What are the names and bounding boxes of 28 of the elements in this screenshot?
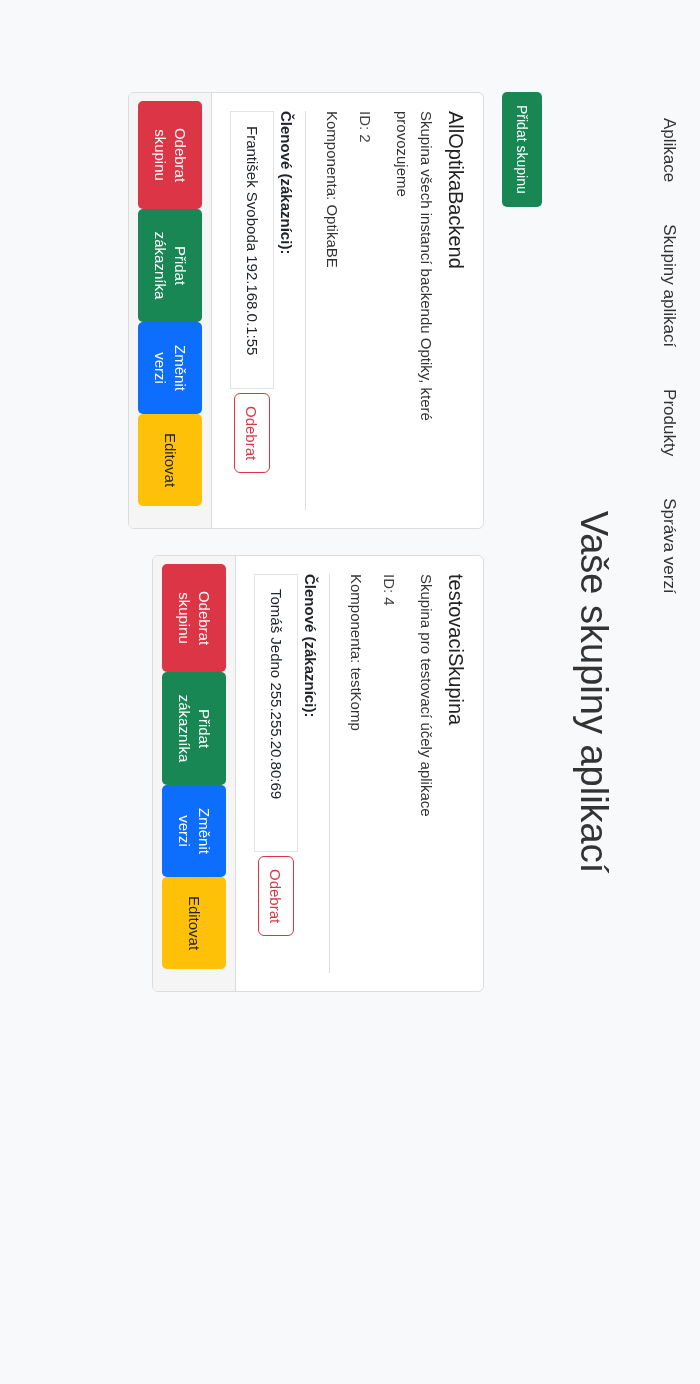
group-component: Komponenta: testKomp: [348, 574, 365, 733]
action-button[interactable]: Změnit verzi: [162, 785, 226, 877]
member-item: Tomáš Jedno 255.255.20.80:69: [254, 574, 298, 852]
action-button[interactable]: Odebrat skupinu: [138, 101, 202, 209]
member-item: František Svoboda 192.168.0.1:55: [230, 111, 274, 389]
nav-link[interactable]: Správa verzí: [659, 498, 679, 594]
group-id: ID: 2: [357, 111, 374, 145]
members-label: Členové (zákazníci):: [302, 574, 319, 720]
nav-link[interactable]: Skupiny aplikací: [659, 224, 679, 348]
group-description: Skupina pro testovací účely aplikace: [417, 574, 436, 819]
group-name: testovaciSkupina: [444, 574, 467, 728]
action-button[interactable]: Odebrat skupinu: [162, 564, 226, 672]
group-component: Komponenta: OptikaBE: [324, 111, 341, 270]
page-title: Vaše skupiny aplikací: [572, 509, 616, 876]
nav-link[interactable]: Aplikace: [659, 118, 679, 183]
group-id: ID: 4: [381, 574, 398, 608]
action-button[interactable]: Přidat zákazníka: [138, 209, 202, 322]
add-group-button[interactable]: Přidat skupinu: [502, 92, 542, 207]
action-button[interactable]: Přidat zákazníka: [162, 672, 226, 785]
action-button[interactable]: Editovat: [138, 414, 202, 506]
group-description: Skupina všech instancí backendu Optiky, které provozujeme: [393, 111, 436, 423]
group-name: AllOptikaBackend: [444, 111, 467, 271]
nav-link[interactable]: Produkty: [659, 389, 679, 457]
remove-member-button[interactable]: Odebrat: [258, 856, 294, 937]
members-label: Členové (zákazníci):: [278, 111, 295, 257]
action-button[interactable]: Editovat: [162, 877, 226, 969]
action-button[interactable]: Změnit verzi: [138, 322, 202, 414]
remove-member-button[interactable]: Odebrat: [234, 393, 270, 474]
